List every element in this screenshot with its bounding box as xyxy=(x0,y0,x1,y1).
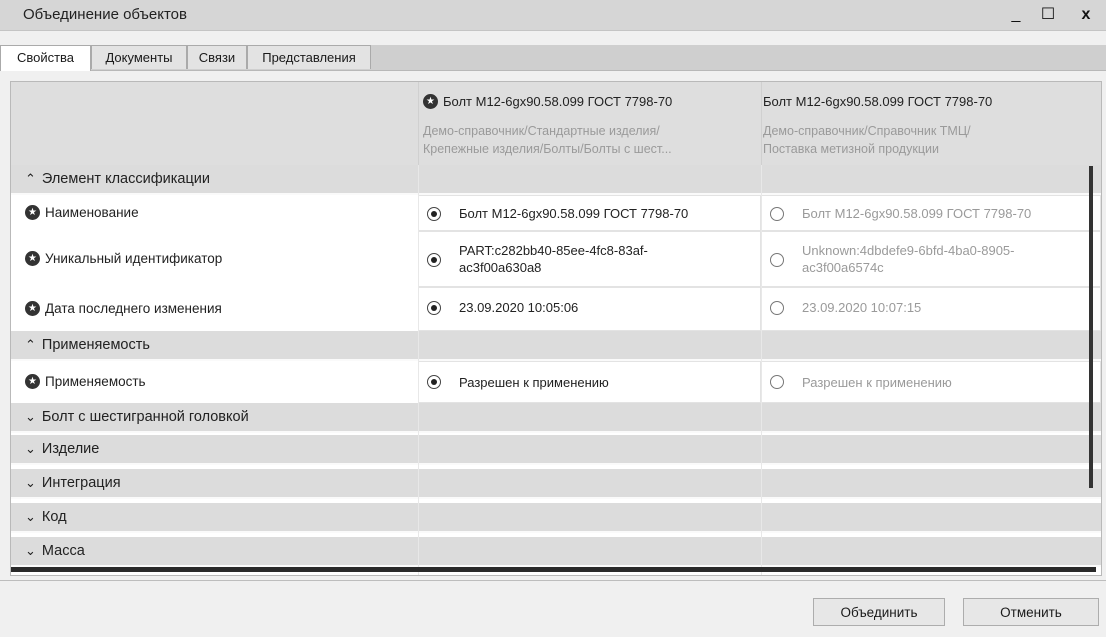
star-icon: ★ xyxy=(25,251,40,266)
merge-grid: ★ Болт М12-6gx90.58.099 ГОСТ 7798-70 Дем… xyxy=(10,81,1102,576)
value-cell-2[interactable]: Болт М12-6gx90.58.099 ГОСТ 7798-70 xyxy=(761,195,1101,231)
row-label: Дата последнего изменения xyxy=(45,301,222,316)
value-text: Болт М12-6gx90.58.099 ГОСТ 7798-70 xyxy=(802,206,1032,221)
value-text: 23.09.2020 10:07:15 xyxy=(802,300,922,315)
group-code[interactable]: ⌄ Код xyxy=(11,503,1101,533)
group-label: Интеграция xyxy=(41,475,121,491)
row-label: Применяемость xyxy=(45,374,146,389)
star-icon: ★ xyxy=(25,301,40,316)
value-text: Разрешен к применению xyxy=(802,375,952,390)
tab-links[interactable]: Связи xyxy=(187,45,247,69)
tab-documents[interactable]: Документы xyxy=(91,45,187,69)
value-text-line1: PART:c282bb40-85ee-4fc8-83af- xyxy=(459,243,648,258)
column-2-title: Болт М12-6gx90.58.099 ГОСТ 7798-70 xyxy=(763,94,993,109)
value-text: Болт М12-6gx90.58.099 ГОСТ 7798-70 xyxy=(459,206,689,221)
star-icon: ★ xyxy=(423,94,438,109)
value-text-line2: ac3f00a630a8 xyxy=(459,260,542,275)
column-divider xyxy=(761,82,762,165)
group-classification[interactable]: ⌃ Элемент классификации xyxy=(11,165,1101,195)
radio-selected[interactable] xyxy=(427,207,441,221)
radio-selected[interactable] xyxy=(427,375,441,389)
chevron-down-icon: ⌄ xyxy=(25,441,36,456)
window-title: Объединение объектов xyxy=(23,6,187,23)
chevron-down-icon: ⌄ xyxy=(25,475,36,490)
row-unique-id: ★ Уникальный идентификатор PART:c282bb40… xyxy=(11,231,1101,287)
value-cell-2[interactable]: Unknown:4dbdefe9-6bfd-4ba0-8905- ac3f00a… xyxy=(761,231,1101,287)
column-1-path-line2: Крепежные изделия/Болты/Болты с шест... xyxy=(423,142,672,156)
row-label: Уникальный идентификатор xyxy=(45,251,223,266)
group-integration[interactable]: ⌄ Интеграция xyxy=(11,469,1101,499)
row-applicability: ★ Применяемость Разрешен к применению Ра… xyxy=(11,361,1101,403)
value-cell-1[interactable]: Болт М12-6gx90.58.099 ГОСТ 7798-70 xyxy=(418,195,761,231)
group-applicability[interactable]: ⌃ Применяемость xyxy=(11,331,1101,361)
chevron-down-icon: ⌄ xyxy=(25,543,36,558)
cancel-button[interactable]: Отменить xyxy=(963,598,1099,626)
column-divider xyxy=(761,165,762,575)
value-cell-1[interactable]: 23.09.2020 10:05:06 xyxy=(418,287,761,331)
merge-button[interactable]: Объединить xyxy=(813,598,945,626)
value-text-line1: Unknown:4dbdefe9-6bfd-4ba0-8905- xyxy=(802,243,1015,258)
tab-strip: Свойства Документы Связи Представления xyxy=(0,45,1106,71)
group-label: Масса xyxy=(41,543,85,559)
value-text: 23.09.2020 10:05:06 xyxy=(459,300,579,315)
star-icon: ★ xyxy=(25,374,40,389)
chevron-up-icon: ⌃ xyxy=(25,171,36,186)
group-label: Элемент классификации xyxy=(41,171,210,187)
column-1-title: Болт М12-6gx90.58.099 ГОСТ 7798-70 xyxy=(443,94,673,109)
group-label: Код xyxy=(41,509,67,525)
value-cell-2[interactable]: 23.09.2020 10:07:15 xyxy=(761,287,1101,331)
horizontal-scrollbar[interactable] xyxy=(11,567,1096,572)
value-cell-1[interactable]: Разрешен к применению xyxy=(418,361,761,403)
group-mass[interactable]: ⌄ Масса xyxy=(11,537,1101,567)
radio-selected[interactable] xyxy=(427,253,441,267)
vertical-scrollbar[interactable] xyxy=(1089,166,1093,488)
row-last-modified: ★ Дата последнего изменения 23.09.2020 1… xyxy=(11,287,1101,331)
column-2-path-line2: Поставка метизной продукции xyxy=(763,142,939,156)
column-1-path-line1: Демо-справочник/Стандартные изделия/ xyxy=(423,124,660,138)
maximize-button[interactable]: ☐ xyxy=(1028,0,1068,30)
radio-unselected[interactable] xyxy=(770,207,784,221)
radio-unselected[interactable] xyxy=(770,301,784,315)
group-product[interactable]: ⌄ Изделие xyxy=(11,435,1101,465)
group-bolt-hex-head[interactable]: ⌄ Болт с шестигранной головкой xyxy=(11,403,1101,433)
tab-properties[interactable]: Свойства xyxy=(0,45,91,71)
radio-unselected[interactable] xyxy=(770,375,784,389)
value-cell-2[interactable]: Разрешен к применению xyxy=(761,361,1101,403)
dialog-footer: Объединить Отменить xyxy=(0,580,1106,637)
row-name: ★ Наименование Болт М12-6gx90.58.099 ГОС… xyxy=(11,195,1101,231)
chevron-down-icon: ⌄ xyxy=(25,509,36,524)
group-label: Изделие xyxy=(41,441,100,457)
grid-header: ★ Болт М12-6gx90.58.099 ГОСТ 7798-70 Дем… xyxy=(11,82,1101,165)
row-label: Наименование xyxy=(45,205,139,220)
title-bar: Объединение объектов _ ☐ x xyxy=(0,0,1106,31)
value-text-line2: ac3f00a6574c xyxy=(802,260,884,275)
value-text: Разрешен к применению xyxy=(459,375,609,390)
chevron-down-icon: ⌄ xyxy=(25,409,36,424)
column-2-path-line1: Демо-справочник/Справочник ТМЦ/ xyxy=(763,124,971,138)
star-icon: ★ xyxy=(25,205,40,220)
group-label: Применяемость xyxy=(41,337,150,353)
radio-unselected[interactable] xyxy=(770,253,784,267)
group-label: Болт с шестигранной головкой xyxy=(41,409,249,425)
radio-selected[interactable] xyxy=(427,301,441,315)
column-divider xyxy=(418,82,419,165)
chevron-up-icon: ⌃ xyxy=(25,337,36,352)
close-button[interactable]: x xyxy=(1066,0,1106,30)
value-cell-1[interactable]: PART:c282bb40-85ee-4fc8-83af- ac3f00a630… xyxy=(418,231,761,287)
column-divider xyxy=(418,165,419,575)
tab-representations[interactable]: Представления xyxy=(247,45,371,69)
